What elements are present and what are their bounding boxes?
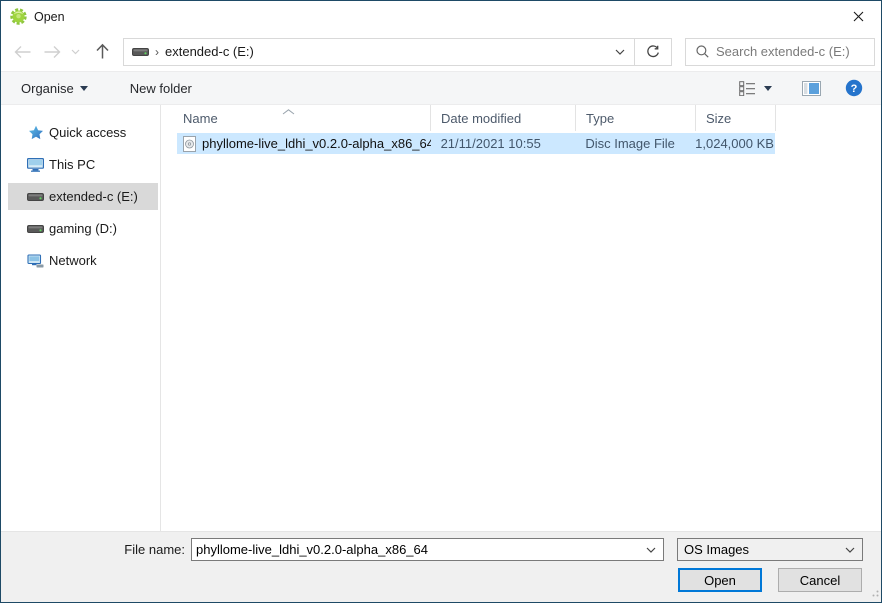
window-title: Open bbox=[34, 10, 65, 24]
sidebar-item-network[interactable]: Network bbox=[1, 247, 161, 274]
address-dropdown-button[interactable] bbox=[605, 39, 635, 65]
drive-icon bbox=[27, 191, 44, 202]
forward-button[interactable] bbox=[37, 39, 67, 65]
resize-grip-icon[interactable] bbox=[869, 585, 879, 600]
navigation-bar: › extended-c (E:) bbox=[1, 32, 881, 71]
change-view-button[interactable] bbox=[733, 77, 778, 100]
search-icon bbox=[696, 45, 709, 58]
network-icon bbox=[27, 254, 44, 268]
file-name-label: File name: bbox=[1, 542, 185, 557]
svg-text:?: ? bbox=[851, 83, 858, 95]
column-header-name[interactable]: Name bbox=[177, 105, 431, 131]
chevron-down-icon bbox=[646, 547, 656, 553]
details-view-icon bbox=[739, 81, 756, 96]
breadcrumb-location[interactable]: extended-c (E:) bbox=[165, 44, 254, 59]
search-input[interactable] bbox=[716, 44, 882, 59]
file-type-cell: Disc Image File bbox=[575, 136, 695, 151]
close-icon bbox=[853, 11, 864, 22]
search-box[interactable] bbox=[685, 38, 875, 66]
up-button[interactable] bbox=[87, 39, 117, 65]
file-name-combo bbox=[191, 538, 664, 561]
column-header-type[interactable]: Type bbox=[576, 105, 696, 131]
forward-icon bbox=[43, 45, 62, 59]
up-icon bbox=[95, 43, 110, 60]
app-icon bbox=[10, 8, 27, 25]
sidebar-item-label: extended-c (E:) bbox=[49, 189, 138, 204]
cancel-button[interactable]: Cancel bbox=[778, 568, 862, 592]
breadcrumb-chevron-icon: › bbox=[155, 45, 159, 59]
chevron-down-icon bbox=[838, 539, 862, 560]
star-icon bbox=[27, 125, 44, 140]
help-button[interactable]: ? bbox=[841, 75, 867, 101]
file-type-value: OS Images bbox=[678, 542, 838, 557]
sidebar-item-label: Quick access bbox=[49, 125, 126, 140]
file-name-dropdown-button[interactable] bbox=[639, 539, 663, 560]
open-dialog-window: Open bbox=[0, 0, 882, 603]
file-name-input[interactable] bbox=[192, 542, 639, 557]
command-toolbar: Organise New folder bbox=[1, 71, 881, 105]
monitor-icon bbox=[27, 158, 44, 172]
file-date-cell: 21/11/2021 10:55 bbox=[431, 136, 576, 151]
organise-button[interactable]: Organise bbox=[11, 72, 98, 104]
back-icon bbox=[13, 45, 32, 59]
preview-pane-icon bbox=[802, 81, 821, 96]
dialog-footer: File name: OS Images Open Cancel bbox=[1, 531, 881, 602]
refresh-icon bbox=[646, 45, 660, 59]
disc-image-icon bbox=[183, 136, 196, 152]
open-button[interactable]: Open bbox=[678, 568, 762, 592]
new-folder-button[interactable]: New folder bbox=[120, 72, 202, 104]
help-icon: ? bbox=[845, 79, 863, 97]
dialog-content: Quick access This PC bbox=[1, 105, 881, 531]
drive-icon bbox=[27, 223, 44, 234]
sidebar-item-extended-c[interactable]: extended-c (E:) bbox=[1, 183, 161, 210]
preview-pane-button[interactable] bbox=[798, 77, 825, 100]
column-header-row: Name Date modified Type Size bbox=[177, 105, 776, 131]
file-type-select[interactable]: OS Images bbox=[677, 538, 863, 561]
sidebar-item-label: Network bbox=[49, 253, 97, 268]
back-button[interactable] bbox=[7, 39, 37, 65]
close-button[interactable] bbox=[836, 1, 881, 32]
sidebar-item-label: This PC bbox=[49, 157, 95, 172]
address-bar[interactable]: › extended-c (E:) bbox=[123, 38, 672, 66]
title-bar: Open bbox=[1, 1, 881, 32]
sidebar-item-label: gaming (D:) bbox=[49, 221, 117, 236]
sidebar-item-this-pc[interactable]: This PC bbox=[1, 151, 161, 178]
sidebar-item-gaming-d[interactable]: gaming (D:) bbox=[1, 215, 161, 242]
file-list: Name Date modified Type Size bbox=[162, 105, 881, 531]
new-folder-label: New folder bbox=[130, 81, 192, 96]
refresh-button[interactable] bbox=[635, 39, 671, 65]
chevron-down-icon bbox=[615, 49, 625, 55]
recent-locations-icon bbox=[71, 49, 80, 55]
chevron-down-icon bbox=[80, 86, 88, 91]
chevron-down-icon bbox=[764, 86, 772, 91]
column-header-size[interactable]: Size bbox=[696, 105, 776, 131]
address-breadcrumb[interactable]: › extended-c (E:) bbox=[124, 39, 605, 65]
table-row[interactable]: phyllome-live_ldhi_v0.2.0-alpha_x86_64 2… bbox=[177, 133, 775, 154]
drive-icon bbox=[132, 46, 149, 57]
file-name-cell: phyllome-live_ldhi_v0.2.0-alpha_x86_64 bbox=[177, 136, 431, 152]
file-size-cell: 1,024,000 KB bbox=[695, 136, 775, 151]
recent-locations-button[interactable] bbox=[67, 39, 83, 65]
navigation-sidebar: Quick access This PC bbox=[1, 105, 161, 531]
toolbar-right-group: ? bbox=[733, 75, 867, 101]
organise-label: Organise bbox=[21, 81, 74, 96]
sidebar-item-quick-access[interactable]: Quick access bbox=[1, 119, 161, 146]
column-header-date-modified[interactable]: Date modified bbox=[431, 105, 576, 131]
